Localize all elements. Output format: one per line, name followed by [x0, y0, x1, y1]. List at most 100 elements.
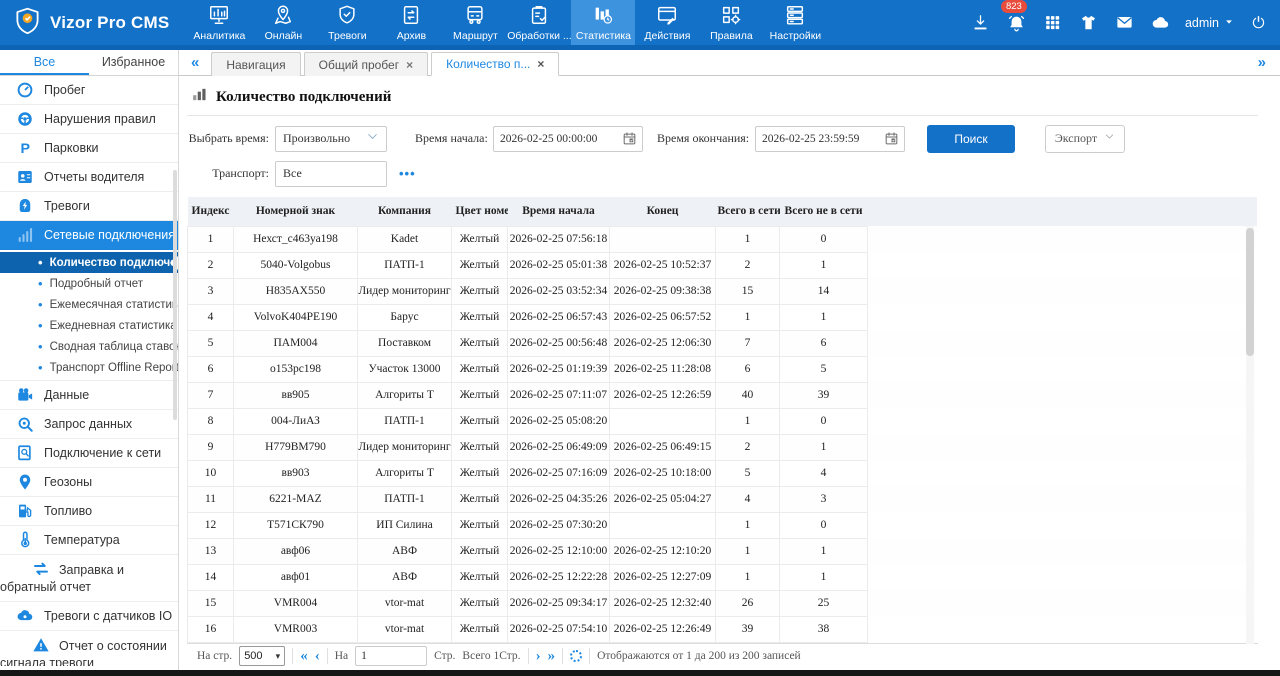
table-cell: [610, 408, 716, 434]
table-row[interactable]: 3Н835АХ550Лидер мониторингЖелтый2026-02-…: [188, 278, 1258, 304]
sidebar-item-fuel[interactable]: Топливо: [0, 497, 178, 526]
close-icon[interactable]: ×: [537, 57, 544, 71]
table-cell: 39: [780, 382, 868, 408]
sidebar-item-alarm-status-report[interactable]: Отчет о состоянии сигнала тревоги: [0, 631, 178, 666]
nav-label: Обработки ...: [507, 30, 571, 42]
cloud-button[interactable]: [1151, 13, 1171, 32]
calendar-icon[interactable]: [884, 131, 904, 146]
table-row[interactable]: 4VolvoK404PE190БарусЖелтый2026-02-25 06:…: [188, 304, 1258, 330]
table-row[interactable]: 13авф06АВФЖелтый2026-02-25 12:10:002026-…: [188, 538, 1258, 564]
camera-icon: [16, 386, 34, 404]
logout-button[interactable]: [1248, 14, 1268, 31]
table-scrollbar[interactable]: [1246, 226, 1254, 644]
table-row[interactable]: 25040-VolgobusПАТП-1Желтый2026-02-25 05:…: [188, 252, 1258, 278]
table-row[interactable]: 8004-ЛиАЗПАТП-1Желтый2026-02-25 05:08:20…: [188, 408, 1258, 434]
sidebar-item-geofences[interactable]: Геозоны: [0, 468, 178, 497]
page-input[interactable]: [355, 646, 427, 666]
table-row[interactable]: 6о153рс198Участок 13000Желтый2026-02-25 …: [188, 356, 1258, 382]
table-row[interactable]: 16VMR003vtor-matЖелтый2026-02-25 07:54:1…: [188, 616, 1258, 642]
sidebar-item-driver-reports[interactable]: Отчеты водителя: [0, 163, 178, 192]
table-row[interactable]: 12Т571СК790ИП СилинаЖелтый2026-02-25 07:…: [188, 512, 1258, 538]
table-cell: 1: [716, 226, 780, 252]
apps-button[interactable]: [1043, 13, 1063, 32]
export-button[interactable]: Экспорт: [1045, 125, 1125, 153]
sidebar-subitem[interactable]: •Ежедневная статистика: [0, 315, 178, 336]
nav-route[interactable]: Маршрут: [443, 0, 507, 45]
sidebar-subitem[interactable]: •Сводная таблица ставок: [0, 336, 178, 357]
first-page-button[interactable]: «: [300, 649, 308, 664]
sidebar-subitem[interactable]: •Ежемесячная статистика: [0, 294, 178, 315]
table-row[interactable]: 5ПАМ004ПоставкомЖелтый2026-02-25 00:56:4…: [188, 330, 1258, 356]
download-button[interactable]: [971, 13, 991, 32]
sidebar-item-network-connections[interactable]: Сетевые подключения: [0, 221, 178, 250]
nav-settings[interactable]: Настройки: [763, 0, 827, 45]
user-menu[interactable]: admin: [1185, 16, 1234, 30]
table-row[interactable]: 7вв905Алгориты ТЖелтый2026-02-25 07:11:0…: [188, 382, 1258, 408]
transport-input[interactable]: [275, 161, 387, 187]
start-time-input[interactable]: [494, 133, 622, 145]
doc-tab[interactable]: Количество п...×: [431, 52, 559, 76]
sidebar-item-alarms[interactable]: Тревоги: [0, 192, 178, 221]
doc-tabbar: « НавигацияОбщий пробег×Количество п...×…: [179, 50, 1280, 76]
next-page-button[interactable]: ›: [536, 649, 541, 664]
sidebar-subitem[interactable]: •Подробный отчет: [0, 273, 178, 294]
theme-button[interactable]: [1079, 13, 1099, 32]
alarm-bell-button[interactable]: 823: [1007, 13, 1027, 32]
table-cell: 004-ЛиАЗ: [234, 408, 358, 434]
nav-rules[interactable]: Правила: [699, 0, 763, 45]
sidebar-subitem[interactable]: •Транспорт Offline Report: [0, 357, 178, 378]
bullet-icon: •: [38, 276, 43, 291]
table-cell: Алгориты Т: [358, 382, 452, 408]
doc-tab[interactable]: Общий пробег×: [304, 52, 428, 76]
mail-button[interactable]: [1115, 13, 1135, 32]
sidebar-scrollbar[interactable]: [173, 170, 177, 420]
sidebar-tab-favorites[interactable]: Избранное: [89, 50, 178, 75]
time-select-label: Выбрать время:: [187, 131, 269, 146]
table-cell: 25: [780, 590, 868, 616]
per-page-select[interactable]: 500▾: [239, 646, 285, 666]
end-time-input[interactable]: [756, 133, 884, 145]
sidebar-item-network-connect[interactable]: Подключение к сети: [0, 439, 178, 468]
sidebar-subitem[interactable]: •Количество подключений: [0, 252, 178, 273]
nav-label: Статистика: [576, 30, 631, 42]
sidebar-item-mileage[interactable]: Пробег: [0, 76, 178, 105]
sidebar-item-refuel-report[interactable]: Заправка и обратный отчет: [0, 555, 178, 602]
nav-online[interactable]: Онлайн: [251, 0, 315, 45]
sidebar-item-parking[interactable]: PПарковки: [0, 134, 178, 163]
nav-analytics[interactable]: Аналитика: [187, 0, 251, 45]
close-icon[interactable]: ×: [406, 58, 413, 72]
nav-statistics[interactable]: Статистика: [571, 0, 635, 45]
time-range-select[interactable]: Произвольно: [275, 126, 387, 152]
sidebar-item-data[interactable]: Данные: [0, 381, 178, 410]
search-button[interactable]: Поиск: [927, 125, 1015, 153]
table-row[interactable]: 9Н779ВМ790Лидер мониторингЖелтый2026-02-…: [188, 434, 1258, 460]
app-logo[interactable]: Vizor Pro CMS: [0, 0, 187, 45]
sidebar-item-temperature[interactable]: Температура: [0, 526, 178, 555]
column-header: Всего не в сети: [780, 197, 868, 226]
table-row[interactable]: 10вв903Алгориты ТЖелтый2026-02-25 07:16:…: [188, 460, 1258, 486]
table-row[interactable]: 15VMR004vtor-matЖелтый2026-02-25 09:34:1…: [188, 590, 1258, 616]
table-cell: [610, 226, 716, 252]
nav-alarms[interactable]: Тревоги: [315, 0, 379, 45]
nav-archive[interactable]: Архив: [379, 0, 443, 45]
prev-page-button[interactable]: ‹: [315, 649, 320, 664]
table-row[interactable]: 1Нехст_с463уа198KadetЖелтый2026-02-25 07…: [188, 226, 1258, 252]
collapse-tabs-icon[interactable]: «: [185, 54, 205, 71]
table-scrollbar-thumb[interactable]: [1246, 228, 1254, 356]
sidebar-item-violations[interactable]: Нарушения правил: [0, 105, 178, 134]
sidebar-item-data-query[interactable]: Запрос данных: [0, 410, 178, 439]
nav-processing[interactable]: Обработки ...: [507, 0, 571, 45]
doc-tab[interactable]: Навигация: [211, 52, 300, 76]
nav-actions[interactable]: Действия: [635, 0, 699, 45]
sidebar-item-io-alarms[interactable]: Тревоги с датчиков IO: [0, 602, 178, 631]
table-row[interactable]: 116221-MAZПАТП-1Желтый2026-02-25 04:35:2…: [188, 486, 1258, 512]
refresh-spinner-icon[interactable]: [570, 650, 582, 662]
table-cell: 39: [716, 616, 780, 642]
records-info: Отображаются от 1 да 200 из 200 записей: [597, 650, 801, 662]
expand-tabs-icon[interactable]: »: [1252, 54, 1272, 71]
table-row[interactable]: 14авф01АВФЖелтый2026-02-25 12:22:282026-…: [188, 564, 1258, 590]
sidebar-tab-all[interactable]: Все: [0, 50, 89, 75]
calendar-icon[interactable]: [622, 131, 642, 146]
transport-more-button[interactable]: •••: [399, 166, 416, 181]
last-page-button[interactable]: »: [548, 649, 556, 664]
